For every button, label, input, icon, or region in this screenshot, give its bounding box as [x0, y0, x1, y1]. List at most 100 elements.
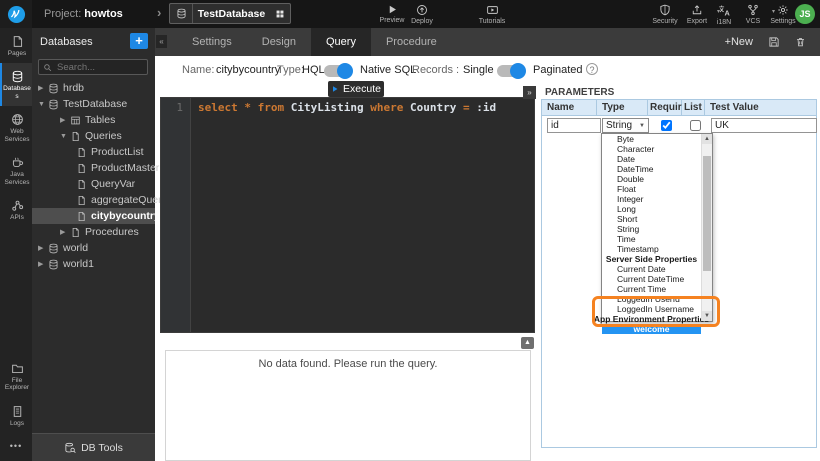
- dropdown-option-loggedin-userid[interactable]: LoggedIn UserId: [602, 294, 701, 304]
- new-query-button[interactable]: +New: [725, 36, 753, 48]
- db-tools-button[interactable]: DB Tools: [32, 433, 155, 461]
- type-option-hql[interactable]: HQL: [302, 64, 325, 76]
- chevron-down-icon[interactable]: ▼: [60, 133, 70, 140]
- dropdown-option-current-time[interactable]: Current Time: [602, 284, 701, 294]
- param-test-value-input[interactable]: [711, 118, 817, 133]
- dropdown-option-string[interactable]: String: [602, 224, 701, 234]
- column-header-required: Required: [648, 99, 682, 116]
- dropdown-option-datetime[interactable]: DateTime: [602, 164, 701, 174]
- tree-item-queryvar[interactable]: QueryVar: [32, 176, 155, 192]
- dropdown-option-float[interactable]: Float: [602, 184, 701, 194]
- sql-editor[interactable]: 1 select * from CityListing where Countr…: [160, 97, 535, 333]
- dropdown-option-integer[interactable]: Integer: [602, 194, 701, 204]
- more-options-icon[interactable]: •••: [0, 433, 32, 461]
- databases-panel: Databases + ▶ hrdb ▼ TestDatabase ▶ Tabl…: [32, 28, 155, 461]
- file-icon: [76, 163, 87, 174]
- tree-item-world[interactable]: ▶ world: [32, 240, 155, 256]
- sidebar-item-logs[interactable]: Logs: [0, 398, 32, 433]
- i18n-button[interactable]: i18N: [708, 4, 740, 26]
- scroll-down-icon[interactable]: ▼: [702, 311, 712, 321]
- tab-design[interactable]: Design: [247, 28, 311, 56]
- dropdown-option-date[interactable]: Date: [602, 154, 701, 164]
- tab-query[interactable]: Query: [311, 28, 371, 56]
- scrollbar-thumb[interactable]: [703, 156, 711, 271]
- tree-item-tables[interactable]: ▶ Tables: [32, 112, 155, 128]
- expand-parameters-button[interactable]: »: [523, 86, 536, 99]
- tree-item-testdatabase[interactable]: ▼ TestDatabase: [32, 96, 155, 112]
- select-arrow-icon: ▼: [639, 123, 645, 129]
- security-button[interactable]: Security: [645, 4, 685, 25]
- collapse-editor-button[interactable]: ▲: [521, 337, 534, 349]
- type-option-native-sql[interactable]: Native SQL: [360, 64, 416, 76]
- trash-icon[interactable]: [795, 36, 806, 48]
- scroll-up-icon[interactable]: ▲: [702, 134, 712, 144]
- deploy-button[interactable]: Deploy: [402, 4, 442, 25]
- tree-item-productmasterlist[interactable]: ProductMasterList: [32, 160, 155, 176]
- tree-item-aggregatequery[interactable]: aggregateQuery: [32, 192, 155, 208]
- sidebar-item-pages[interactable]: Pages: [0, 28, 32, 63]
- dropdown-option-character[interactable]: Character: [602, 144, 701, 154]
- search-input[interactable]: [55, 61, 147, 74]
- dropdown-scrollbar[interactable]: ▲ ▼: [701, 134, 712, 321]
- sidebar-item-web-services[interactable]: Web Services: [0, 106, 32, 149]
- sidebar-item-databases[interactable]: Databases: [0, 63, 32, 106]
- execute-button[interactable]: Execute: [328, 81, 384, 97]
- dropdown-option-time[interactable]: Time: [602, 234, 701, 244]
- tree-item-hrdb[interactable]: ▶ hrdb: [32, 80, 155, 96]
- records-option-paginated[interactable]: Paginated: [533, 64, 583, 76]
- testdatabase-tab-label: TestDatabase: [193, 8, 270, 20]
- grid-icon[interactable]: [270, 9, 290, 19]
- dropdown-option-byte[interactable]: Byte: [602, 134, 701, 144]
- name-label: Name:: [182, 64, 214, 76]
- dropdown-option-short[interactable]: Short: [602, 214, 701, 224]
- project-breadcrumb: Project:howtos: [44, 8, 123, 20]
- chevron-right-icon[interactable]: ▶: [60, 116, 70, 124]
- param-list-checkbox[interactable]: [690, 120, 701, 131]
- sql-type-toggle[interactable]: [324, 65, 352, 77]
- chevron-right-icon[interactable]: ▶: [38, 260, 48, 268]
- sidebar-item-java-services[interactable]: Java Services: [0, 149, 32, 192]
- dropdown-option-double[interactable]: Double: [602, 174, 701, 184]
- chevron-down-icon[interactable]: ▼: [38, 101, 48, 108]
- sidebar-item-apis[interactable]: APIs: [0, 192, 32, 227]
- param-name-input[interactable]: [547, 118, 601, 133]
- dropdown-option-loggedin-username[interactable]: LoggedIn Username: [602, 304, 701, 314]
- param-type-select[interactable]: String ▼: [602, 118, 649, 133]
- database-icon: [48, 259, 59, 270]
- records-toggle[interactable]: [497, 65, 525, 77]
- workspace-tab-strip: Settings Design Query Procedure +New: [155, 28, 820, 56]
- toggle-knob: [510, 63, 526, 79]
- dropdown-option-timestamp[interactable]: Timestamp: [602, 244, 701, 254]
- sidebar-item-file-explorer[interactable]: File Explorer: [0, 355, 32, 398]
- param-required-checkbox[interactable]: [661, 120, 672, 131]
- database-icon: [48, 99, 59, 110]
- chevron-right-icon[interactable]: ▶: [38, 84, 48, 92]
- help-icon[interactable]: ?: [586, 63, 598, 75]
- tree-item-procedures[interactable]: ▶ Procedures: [32, 224, 155, 240]
- file-icon: [76, 179, 87, 190]
- collapse-tree-panel-button[interactable]: «: [156, 35, 167, 48]
- sql-code-line[interactable]: select * from CityListing where Country …: [198, 101, 496, 114]
- dropdown-option-long[interactable]: Long: [602, 204, 701, 214]
- chevron-right-icon[interactable]: ▶: [60, 228, 70, 236]
- testdatabase-tab[interactable]: TestDatabase: [169, 3, 291, 24]
- chevron-right-icon[interactable]: ▶: [38, 244, 48, 252]
- dropdown-option-welcome[interactable]: welcome: [602, 324, 701, 334]
- save-icon[interactable]: [768, 36, 780, 48]
- tree-item-productlist[interactable]: ProductList: [32, 144, 155, 160]
- add-database-button[interactable]: +: [130, 33, 148, 49]
- dropdown-option-current-datetime[interactable]: Current DateTime: [602, 274, 701, 284]
- user-avatar[interactable]: JS: [795, 4, 815, 24]
- tree-item-world1[interactable]: ▶ world1: [32, 256, 155, 272]
- tab-settings[interactable]: Settings: [177, 28, 247, 56]
- column-header-type: Type: [597, 99, 648, 116]
- workspace-tabs: Settings Design Query Procedure: [177, 28, 452, 56]
- tab-procedure[interactable]: Procedure: [371, 28, 452, 56]
- dropdown-option-current-date[interactable]: Current Date: [602, 264, 701, 274]
- records-option-single[interactable]: Single: [463, 64, 494, 76]
- tree-item-queries[interactable]: ▼ Queries: [32, 128, 155, 144]
- wavemaker-logo-icon[interactable]: [0, 0, 32, 28]
- type-dropdown-list: Byte Character Date DateTime Double Floa…: [601, 133, 713, 322]
- tutorials-button[interactable]: Tutorials: [470, 4, 514, 25]
- tree-item-citybycountry[interactable]: citybycountry: [32, 208, 155, 224]
